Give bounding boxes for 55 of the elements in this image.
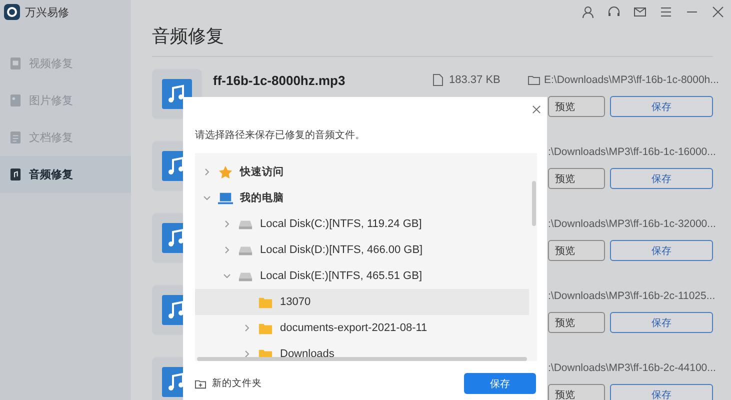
dialog-prompt: 请选择路径来保存已修复的音频文件。 [195, 128, 365, 143]
save-button[interactable]: 保存 [610, 168, 713, 189]
preview-button[interactable]: 预览 [548, 168, 605, 189]
preview-button[interactable]: 预览 [548, 312, 605, 333]
scrollbar[interactable] [532, 181, 536, 226]
mail-icon[interactable] [633, 5, 647, 19]
chevron-right-icon[interactable] [223, 246, 231, 254]
save-button[interactable]: 保存 [610, 96, 713, 117]
file-path: :\Downloads\MP3\ff-16b-1c-16000... [548, 146, 716, 158]
chevron-right-icon[interactable] [223, 220, 231, 228]
tree-item[interactable]: documents-export-2021-08-11 [195, 315, 529, 341]
page-title: 音频修复 [152, 24, 713, 57]
file-path: :\Downloads\MP3\ff-16b-1c-32000... [548, 218, 716, 230]
close-icon[interactable] [711, 5, 725, 19]
preview-button[interactable]: 预览 [548, 240, 605, 261]
preview-button[interactable]: 预览 [548, 384, 605, 400]
scrollbar[interactable] [197, 357, 527, 361]
tree-item[interactable]: Local Disk(D:)[NTFS, 466.00 GB] [195, 237, 529, 263]
save-button[interactable]: 保存 [464, 373, 536, 394]
laptop-icon [218, 190, 233, 206]
preview-button[interactable]: 预览 [548, 96, 605, 117]
tree-item[interactable]: 13070 [195, 289, 529, 315]
file-path: :\Downloads\MP3\ff-16b-2c-11025... [548, 290, 716, 302]
file-path: E:\Downloads\MP3\ff-16b-1c-8000h... [544, 74, 719, 86]
sidebar-item[interactable]: 音频修复 [0, 156, 131, 193]
file-name: ff-16b-1c-8000hz.mp3 [213, 72, 346, 88]
app-logo-icon [4, 4, 20, 20]
folder-icon [528, 75, 540, 85]
user-icon[interactable] [581, 5, 595, 19]
audio-file-icon [10, 168, 21, 181]
save-button[interactable]: 保存 [610, 312, 713, 333]
save-button[interactable]: 保存 [610, 384, 713, 400]
new-folder-button[interactable]: 新的文件夹 [195, 373, 262, 394]
folder-plus-icon [195, 378, 206, 388]
file-icon [433, 74, 443, 86]
document-file-icon [10, 131, 21, 144]
video-file-icon [10, 57, 21, 70]
tree-item[interactable]: 我的电脑 [195, 185, 529, 211]
close-icon[interactable] [532, 105, 541, 114]
chevron-right-icon[interactable] [203, 168, 211, 176]
tree-item[interactable]: Local Disk(C:)[NTFS, 119.24 GB] [195, 211, 529, 237]
headset-icon[interactable] [607, 5, 621, 19]
star-icon [218, 164, 233, 180]
app-name: 万兴易修 [25, 6, 69, 20]
chevron-down-icon[interactable] [203, 194, 211, 202]
chevron-right-icon[interactable] [243, 350, 251, 358]
file-size: 183.37 KB [449, 74, 500, 86]
chevron-down-icon[interactable] [223, 272, 231, 280]
image-file-icon [10, 94, 21, 107]
tree-item[interactable]: Local Disk(E:)[NTFS, 465.51 GB] [195, 263, 529, 289]
chevron-right-icon[interactable] [243, 324, 251, 332]
save-button[interactable]: 保存 [610, 240, 713, 261]
file-path: :\Downloads\MP3\ff-16b-2c-44100... [548, 362, 716, 374]
tree-item[interactable]: 快速访问 [195, 159, 529, 185]
menu-icon[interactable] [659, 5, 673, 19]
